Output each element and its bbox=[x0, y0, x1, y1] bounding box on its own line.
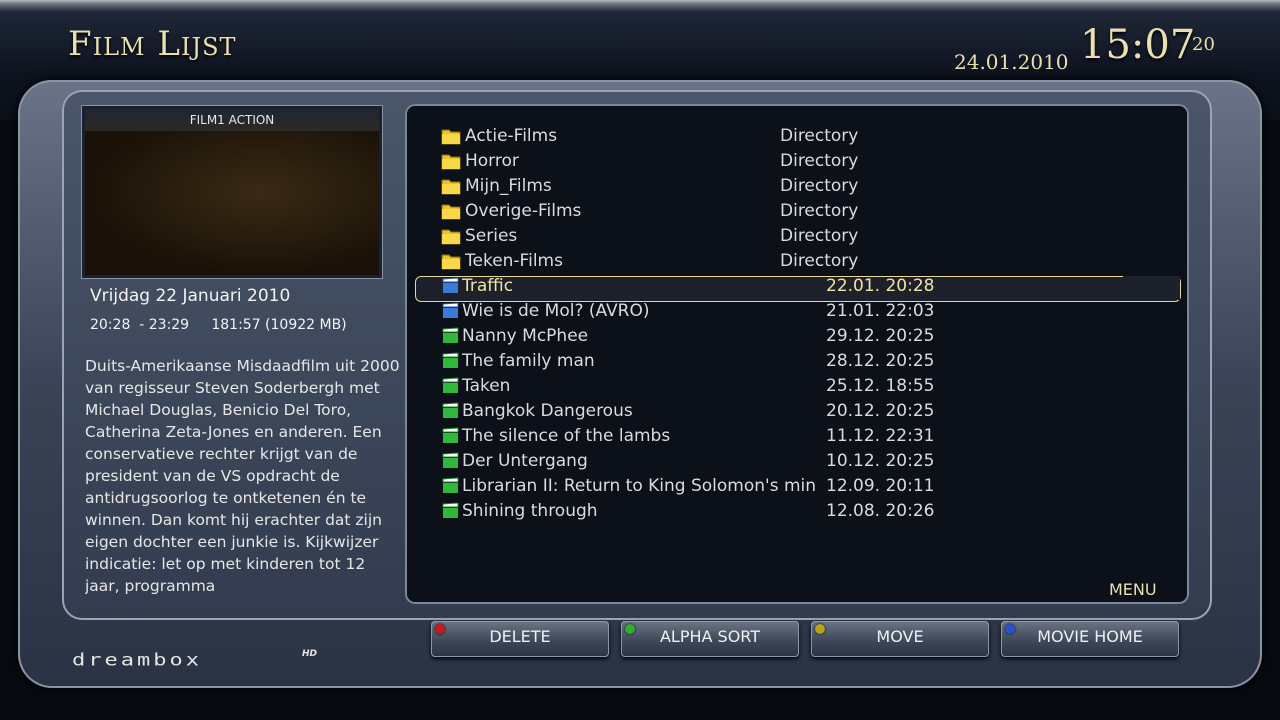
list-item-selected[interactable]: Traffic 22.01. 20:28 bbox=[405, 274, 1189, 299]
list-item[interactable]: Nanny McPhee 29.12. 20:25 bbox=[405, 324, 1189, 349]
video-preview: FILM1 ACTION bbox=[82, 106, 382, 278]
item-info: Directory bbox=[780, 226, 859, 246]
yellow-key-icon bbox=[815, 624, 825, 634]
page-title: Film Lijst bbox=[68, 24, 237, 64]
movie-clapper-icon bbox=[441, 502, 461, 520]
item-name: Nanny McPhee bbox=[462, 326, 589, 346]
item-name: Horror bbox=[465, 151, 519, 171]
list-item[interactable]: Horror Directory bbox=[405, 149, 1189, 174]
item-info: Directory bbox=[780, 176, 859, 196]
movie-clapper-icon bbox=[441, 402, 461, 420]
item-info: Directory bbox=[780, 151, 859, 171]
item-name: Mijn_Films bbox=[465, 176, 552, 196]
folder-icon bbox=[441, 202, 461, 220]
item-info: 29.12. 20:25 bbox=[826, 326, 935, 346]
item-name: Bangkok Dangerous bbox=[462, 401, 633, 421]
list-item[interactable]: Mijn_Films Directory bbox=[405, 174, 1189, 199]
item-info: 25.12. 18:55 bbox=[826, 376, 935, 396]
list-item[interactable]: Overige-Films Directory bbox=[405, 199, 1189, 224]
alpha-sort-button-label: ALPHA SORT bbox=[659, 627, 761, 646]
green-key-icon bbox=[625, 624, 635, 634]
movie-home-button[interactable]: MOVIE HOME bbox=[1001, 621, 1179, 657]
movie-clapper-icon bbox=[441, 452, 461, 470]
movie-clapper-icon bbox=[441, 327, 461, 345]
clock-seconds: 20 bbox=[1192, 34, 1215, 55]
dreambox-logo: dreambox bbox=[72, 651, 202, 670]
item-info: 12.08. 20:26 bbox=[826, 501, 935, 521]
preview-channel-label: FILM1 ACTION bbox=[85, 109, 379, 131]
list-item[interactable]: Shining through 12.08. 20:26 bbox=[405, 499, 1189, 524]
list-item[interactable]: The family man 28.12. 20:25 bbox=[405, 349, 1189, 374]
item-info: Directory bbox=[780, 126, 859, 146]
item-info: Directory bbox=[780, 201, 859, 221]
blue-key-icon bbox=[1005, 624, 1015, 634]
item-name: Actie-Films bbox=[465, 126, 558, 146]
item-name: Wie is de Mol? (AVRO) bbox=[462, 301, 650, 321]
item-info: Directory bbox=[780, 251, 859, 271]
list-item[interactable]: Wie is de Mol? (AVRO) 21.01. 22:03 bbox=[405, 299, 1189, 324]
movie-clapper-icon bbox=[441, 352, 461, 370]
item-name: Teken-Films bbox=[465, 251, 563, 271]
alpha-sort-button[interactable]: ALPHA SORT bbox=[621, 621, 799, 657]
current-date: 24.01.2010 bbox=[954, 50, 1069, 74]
movie-clapper-icon bbox=[441, 302, 461, 320]
item-name: Der Untergang bbox=[462, 451, 588, 471]
movie-clapper-icon bbox=[441, 477, 461, 495]
delete-button-label: DELETE bbox=[489, 627, 551, 646]
list-item[interactable]: Der Untergang 10.12. 20:25 bbox=[405, 449, 1189, 474]
item-info: 28.12. 20:25 bbox=[826, 351, 935, 371]
event-time-info: 20:28 - 23:29 181:57 (10922 MB) bbox=[90, 317, 347, 333]
item-info: 12.09. 20:11 bbox=[826, 476, 935, 496]
list-item[interactable]: Bangkok Dangerous 20.12. 20:25 bbox=[405, 399, 1189, 424]
folder-icon bbox=[441, 152, 461, 170]
item-name: Taken bbox=[462, 376, 511, 396]
event-date: Vrijdag 22 Januari 2010 bbox=[90, 286, 291, 306]
red-key-icon bbox=[435, 624, 445, 634]
item-name: Shining through bbox=[462, 501, 598, 521]
list-item[interactable]: The silence of the lambs 11.12. 22:31 bbox=[405, 424, 1189, 449]
item-info: 11.12. 22:31 bbox=[826, 426, 935, 446]
item-name: Overige-Films bbox=[465, 201, 582, 221]
item-name: Librarian II: Return to King Solomon's m… bbox=[462, 476, 817, 496]
movie-clapper-icon bbox=[441, 427, 461, 445]
delete-button[interactable]: DELETE bbox=[431, 621, 609, 657]
movie-clapper-icon bbox=[441, 377, 461, 395]
clock: 15:07 bbox=[1080, 22, 1196, 68]
movie-clapper-icon bbox=[441, 277, 461, 295]
folder-icon bbox=[441, 177, 461, 195]
folder-icon bbox=[441, 227, 461, 245]
movie-list: Actie-Films Directory Horror Directory M… bbox=[405, 104, 1189, 604]
move-button-label: MOVE bbox=[876, 627, 924, 646]
movie-home-button-label: MOVIE HOME bbox=[1037, 627, 1143, 646]
logo-hd-mark: HD bbox=[302, 649, 318, 659]
list-item[interactable]: Taken 25.12. 18:55 bbox=[405, 374, 1189, 399]
item-info: 22.01. 20:28 bbox=[826, 276, 935, 296]
item-name: The family man bbox=[462, 351, 595, 371]
item-info: 21.01. 22:03 bbox=[826, 301, 935, 321]
list-item[interactable]: Teken-Films Directory bbox=[405, 249, 1189, 274]
list-item[interactable]: Series Directory bbox=[405, 224, 1189, 249]
move-button[interactable]: MOVE bbox=[811, 621, 989, 657]
item-name: Traffic bbox=[462, 276, 514, 296]
menu-hint[interactable]: MENU bbox=[1109, 580, 1157, 599]
item-name: The silence of the lambs bbox=[462, 426, 671, 446]
item-name: Series bbox=[465, 226, 518, 246]
list-item[interactable]: Librarian II: Return to King Solomon's m… bbox=[405, 474, 1189, 499]
folder-icon bbox=[441, 252, 461, 270]
folder-icon bbox=[441, 127, 461, 145]
item-info: 10.12. 20:25 bbox=[826, 451, 935, 471]
event-description: Duits-Amerikaanse Misdaadfilm uit 2000 v… bbox=[85, 357, 400, 595]
list-item[interactable]: Actie-Films Directory bbox=[405, 124, 1189, 149]
item-info: 20.12. 20:25 bbox=[826, 401, 935, 421]
